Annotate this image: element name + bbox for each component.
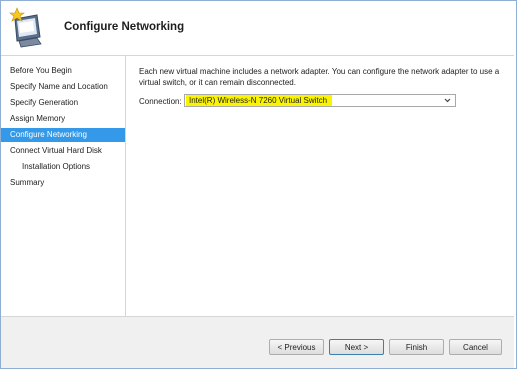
connection-selected-value: Intel(R) Wireless-N 7260 Virtual Switch — [186, 95, 333, 106]
next-button[interactable]: Next > — [329, 339, 384, 355]
sidebar-item-before-you-begin[interactable]: Before You Begin — [1, 64, 125, 78]
sidebar-item-specify-name-location[interactable]: Specify Name and Location — [1, 80, 125, 94]
finish-button[interactable]: Finish — [389, 339, 444, 355]
cancel-button[interactable]: Cancel — [449, 339, 502, 355]
wizard-footer: < Previous Next > Finish Cancel — [1, 316, 514, 368]
chevron-down-icon[interactable] — [443, 96, 452, 105]
page-title: Configure Networking — [64, 21, 185, 33]
main-content: Each new virtual machine includes a netw… — [126, 56, 514, 316]
sidebar-item-installation-options[interactable]: Installation Options — [1, 160, 125, 174]
connection-dropdown[interactable]: Intel(R) Wireless-N 7260 Virtual Switch — [184, 94, 456, 107]
sidebar-item-assign-memory[interactable]: Assign Memory — [1, 112, 125, 126]
wizard-header: Configure Networking — [1, 1, 514, 56]
sidebar-item-summary[interactable]: Summary — [1, 176, 125, 190]
description-text: Each new virtual machine includes a netw… — [139, 67, 500, 87]
sidebar-item-configure-networking[interactable]: Configure Networking — [1, 128, 125, 142]
sidebar-item-specify-generation[interactable]: Specify Generation — [1, 96, 125, 110]
sidebar-item-connect-virtual-hard-disk[interactable]: Connect Virtual Hard Disk — [1, 144, 125, 158]
previous-button[interactable]: < Previous — [269, 339, 324, 355]
connection-label: Connection: — [139, 97, 182, 106]
wizard-computer-star-icon — [9, 7, 42, 48]
wizard-steps-sidebar: Before You Begin Specify Name and Locati… — [1, 56, 126, 316]
